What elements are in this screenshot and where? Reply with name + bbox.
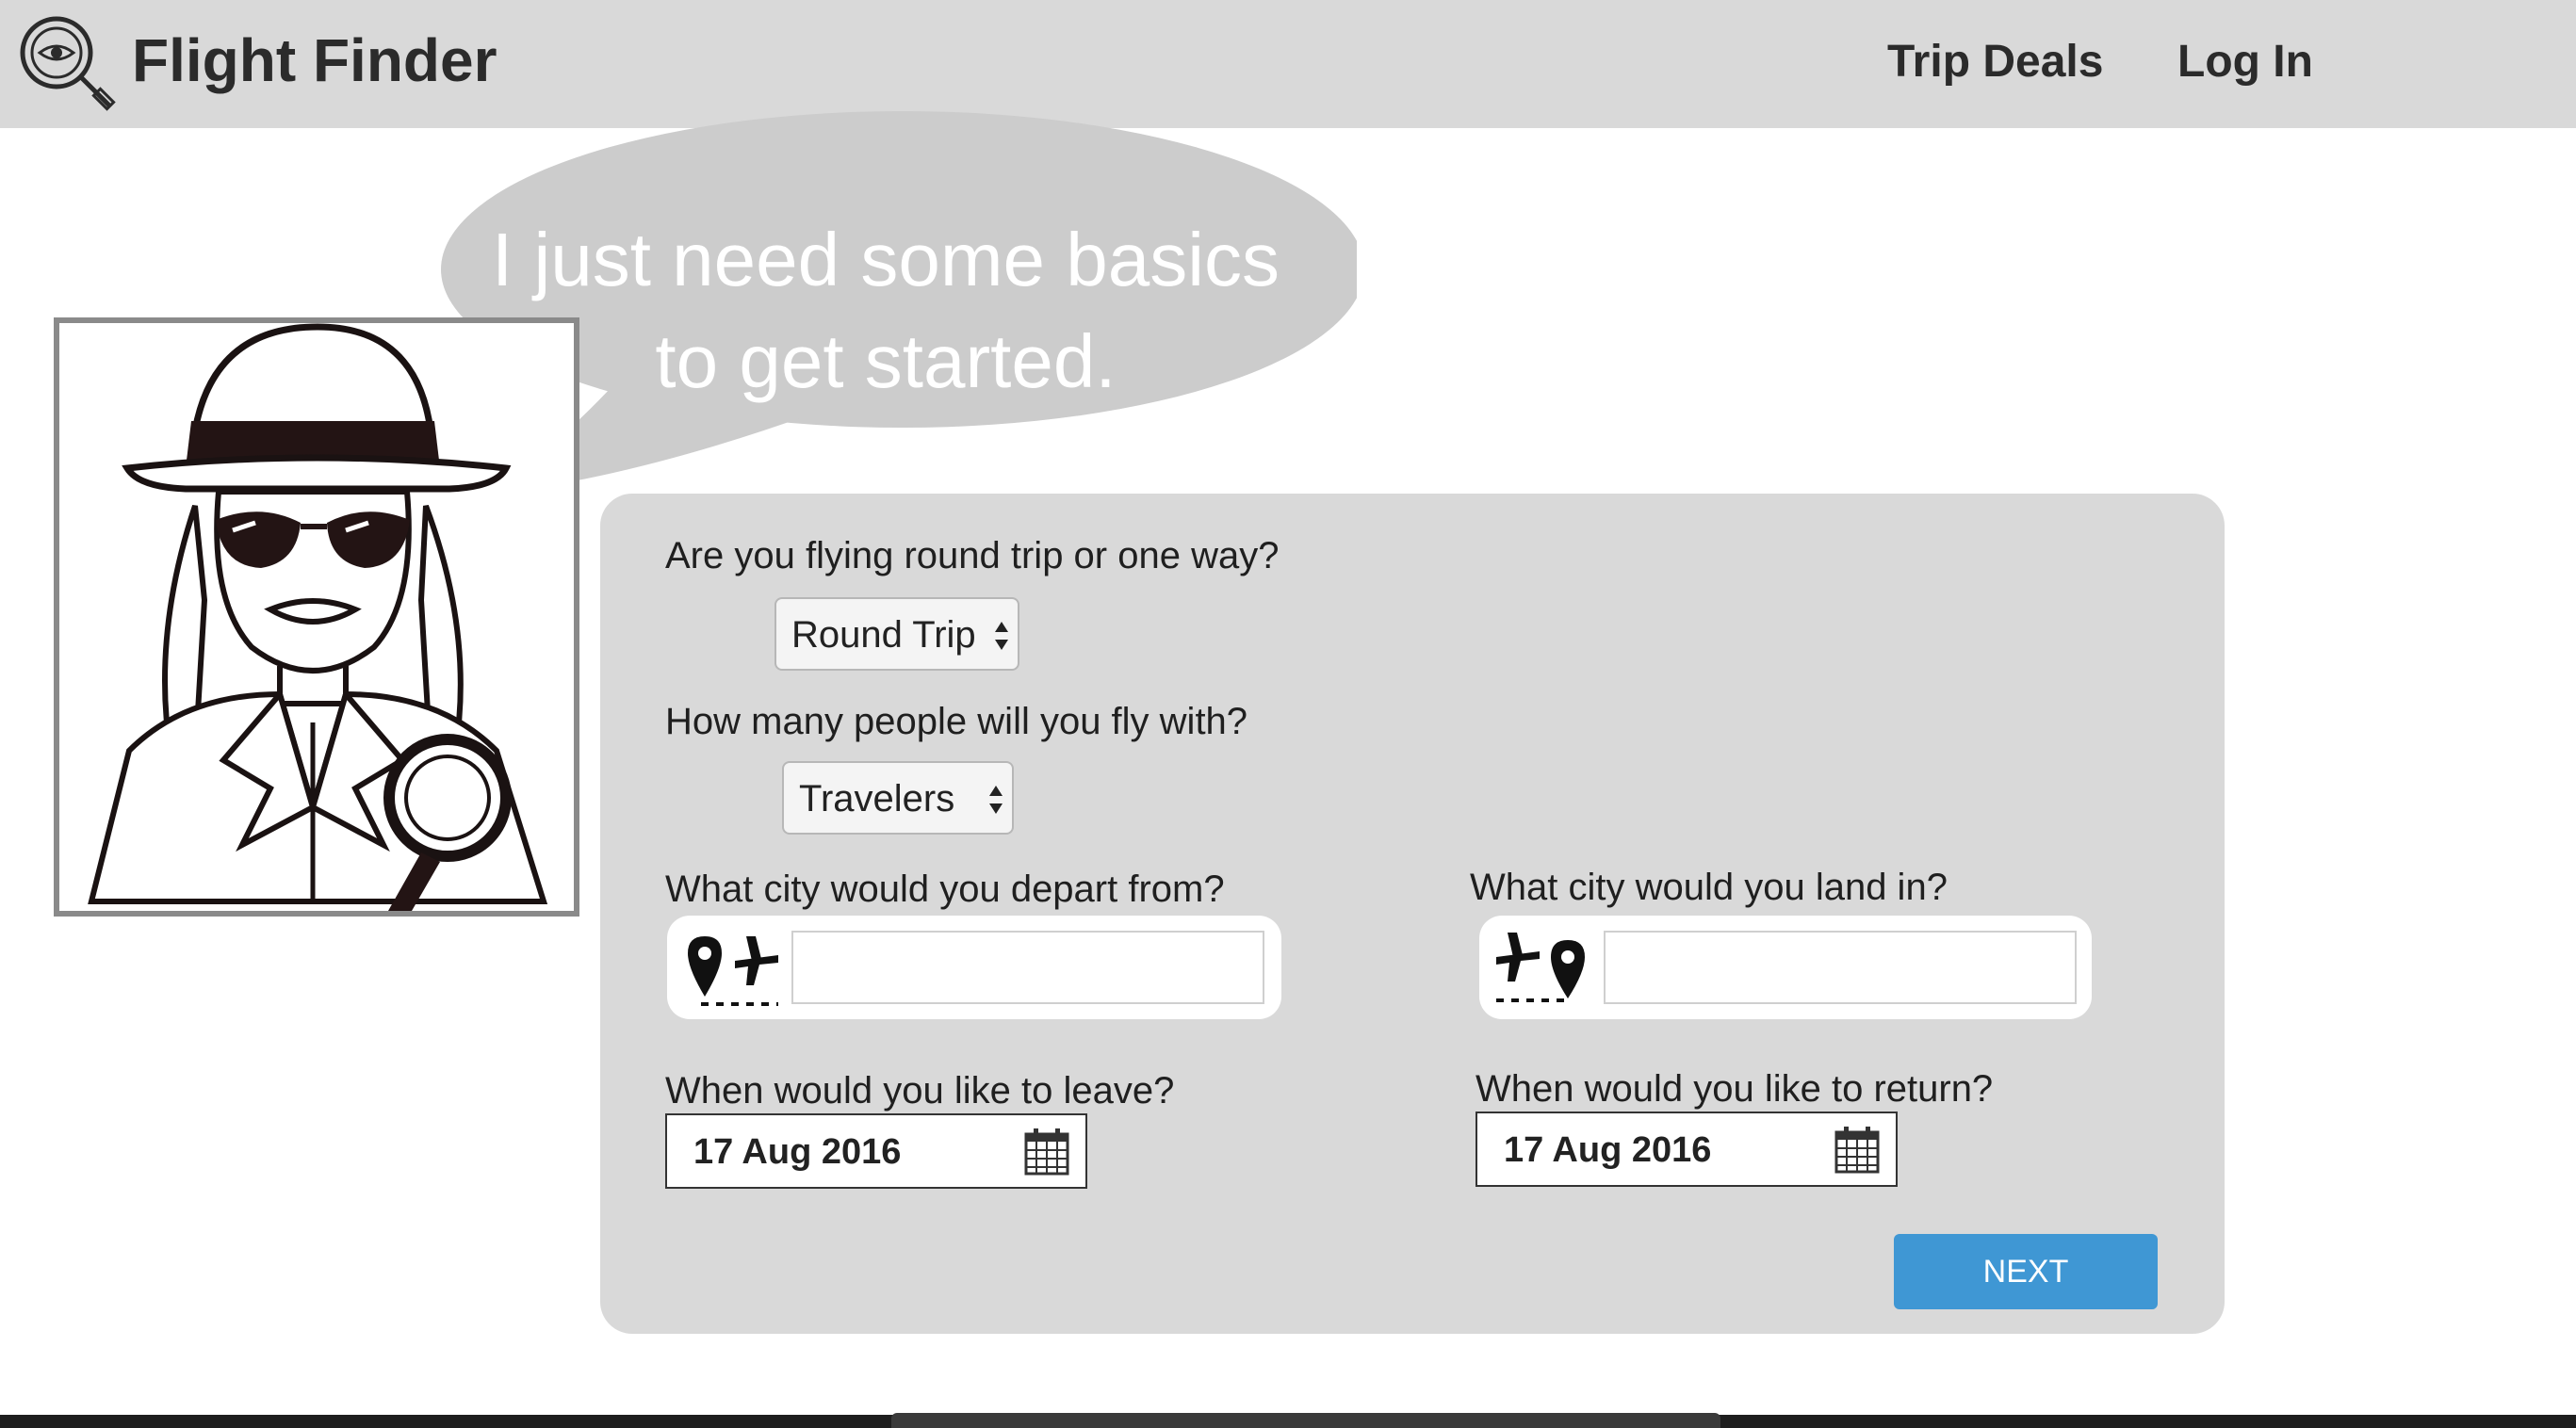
- magnifier-eye-icon[interactable]: [15, 11, 119, 111]
- travelers-value: Travelers: [799, 778, 955, 819]
- select-arrows-icon: [995, 622, 1008, 650]
- nav-log-in[interactable]: Log In: [2177, 36, 2313, 89]
- travelers-select[interactable]: Travelers: [782, 761, 1014, 835]
- speech-line-2: to get started.: [655, 319, 1117, 403]
- speech-bubble-text: I just need some basics to get started.: [471, 209, 1300, 413]
- leave-date-picker[interactable]: 17 Aug 2016: [665, 1113, 1087, 1189]
- dock-edge: [891, 1413, 1720, 1428]
- arrive-city-card: [1479, 916, 2092, 1019]
- next-button[interactable]: NEXT: [1894, 1234, 2158, 1309]
- trip-type-value: Round Trip: [791, 614, 976, 656]
- plane-arrival-pin-icon: [1496, 933, 1585, 1002]
- detective-illustration: [54, 317, 579, 917]
- arrive-city-question: What city would you land in?: [1470, 867, 1948, 908]
- trip-type-question: Are you flying round trip or one way?: [665, 535, 1280, 576]
- trip-type-select[interactable]: Round Trip: [774, 597, 1019, 671]
- travelers-question: How many people will you fly with?: [665, 701, 1248, 742]
- speech-line-1: I just need some basics: [492, 218, 1280, 301]
- return-date-picker[interactable]: 17 Aug 2016: [1475, 1112, 1898, 1187]
- top-header: Flight Finder Trip Deals Log In: [0, 0, 2576, 128]
- return-date-question: When would you like to return?: [1475, 1068, 1994, 1110]
- depart-city-card: [667, 916, 1281, 1019]
- brand-title[interactable]: Flight Finder: [132, 24, 497, 96]
- select-arrows-icon: [989, 786, 1003, 814]
- calendar-icon[interactable]: [1834, 1125, 1881, 1176]
- leave-date-value: 17 Aug 2016: [693, 1132, 902, 1172]
- arrive-city-input[interactable]: [1604, 931, 2077, 1004]
- page: Flight Finder Trip Deals Log In I just n…: [0, 0, 2576, 1428]
- depart-city-input[interactable]: [791, 931, 1264, 1004]
- nav-trip-deals[interactable]: Trip Deals: [1887, 36, 2103, 89]
- leave-date-question: When would you like to leave?: [665, 1070, 1175, 1112]
- pin-departure-plane-icon: [688, 936, 778, 1006]
- return-date-value: 17 Aug 2016: [1504, 1130, 1712, 1170]
- calendar-icon[interactable]: [1023, 1127, 1070, 1177]
- depart-city-question: What city would you depart from?: [665, 868, 1225, 910]
